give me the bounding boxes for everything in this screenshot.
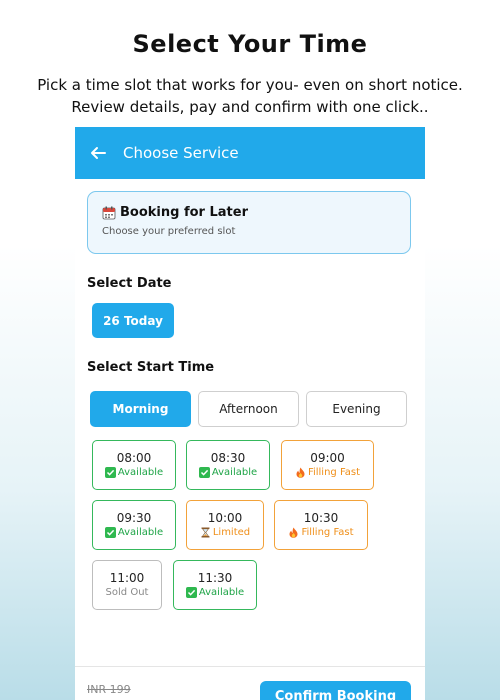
slot-status-text: Filling Fast: [301, 527, 354, 538]
slot-time: 08:00: [116, 451, 152, 465]
slot-status: Available: [198, 466, 258, 479]
phone-screen: Choose Service Booking for Later Choose …: [75, 127, 425, 700]
confirm-booking-button[interactable]: Confirm Booking: [260, 681, 411, 700]
booking-later-card[interactable]: Booking for Later Choose your preferred …: [87, 191, 411, 254]
time-slot-1000[interactable]: 10:00 Limited: [186, 500, 264, 550]
promo-headline: Select Your Time: [132, 30, 368, 58]
slot-time: 08:30: [210, 451, 246, 465]
slot-time: 11:00: [109, 571, 145, 585]
time-slot-0800[interactable]: 08:00 Available: [92, 440, 176, 490]
time-slot-0930[interactable]: 09:30 Available: [92, 500, 176, 550]
slot-status-text: Filling Fast: [307, 467, 361, 478]
app-bar: Choose Service: [75, 127, 425, 179]
tab-evening[interactable]: Evening: [306, 391, 407, 427]
slot-status-text: Available: [198, 587, 245, 598]
time-slot-1100: 11:00 Sold Out: [92, 560, 162, 610]
page-title: Choose Service: [123, 144, 239, 162]
slot-time: 10:00: [207, 511, 243, 525]
check-icon: [104, 467, 116, 478]
check-icon: [198, 467, 210, 478]
slot-time: 09:00: [310, 451, 345, 465]
check-icon: [104, 527, 116, 538]
check-icon: [185, 587, 197, 598]
card-title: Booking for Later: [120, 205, 248, 220]
tab-afternoon[interactable]: Afternoon: [198, 391, 299, 427]
slot-status: Filling Fast: [295, 466, 360, 479]
calendar-icon: [102, 206, 116, 219]
time-slot-0900[interactable]: 09:00 Filling Fast: [281, 440, 374, 490]
hourglass-icon: [201, 527, 210, 538]
slot-time: 10:30: [303, 511, 339, 525]
card-subtitle: Choose your preferred slot: [102, 226, 236, 237]
period-tabs: Morning Afternoon Evening: [90, 391, 425, 427]
slot-time: 09:30: [116, 511, 152, 525]
slot-status-text: Limited: [212, 527, 251, 538]
select-time-label: Select Start Time: [87, 360, 215, 375]
footer-divider: [75, 666, 425, 667]
tab-morning[interactable]: Morning: [90, 391, 191, 427]
slot-status-text: Available: [117, 527, 164, 538]
slot-status: Limited: [200, 526, 250, 539]
slot-status-text: Sold Out: [105, 587, 149, 598]
select-date-label: Select Date: [87, 276, 172, 291]
old-price: INR 199: [87, 683, 131, 696]
fire-icon: [289, 527, 298, 538]
time-slot-1030[interactable]: 10:30 Filling Fast: [274, 500, 368, 550]
slot-status: Available: [104, 466, 164, 479]
fire-icon: [296, 467, 305, 478]
time-slot-1130[interactable]: 11:30 Available: [173, 560, 257, 610]
slot-time: 11:30: [197, 571, 233, 585]
slot-status-text: Available: [117, 467, 164, 478]
promo-subline: Pick a time slot that works for you- eve…: [37, 76, 463, 116]
slot-status: Available: [185, 586, 245, 599]
date-chip-today[interactable]: 26 Today: [92, 303, 174, 338]
arrow-left-icon[interactable]: [89, 144, 107, 162]
slot-status: Filling Fast: [288, 526, 354, 539]
slot-status-text: Available: [211, 467, 258, 478]
time-slot-0830[interactable]: 08:30 Available: [186, 440, 270, 490]
slot-status: Available: [104, 526, 164, 539]
